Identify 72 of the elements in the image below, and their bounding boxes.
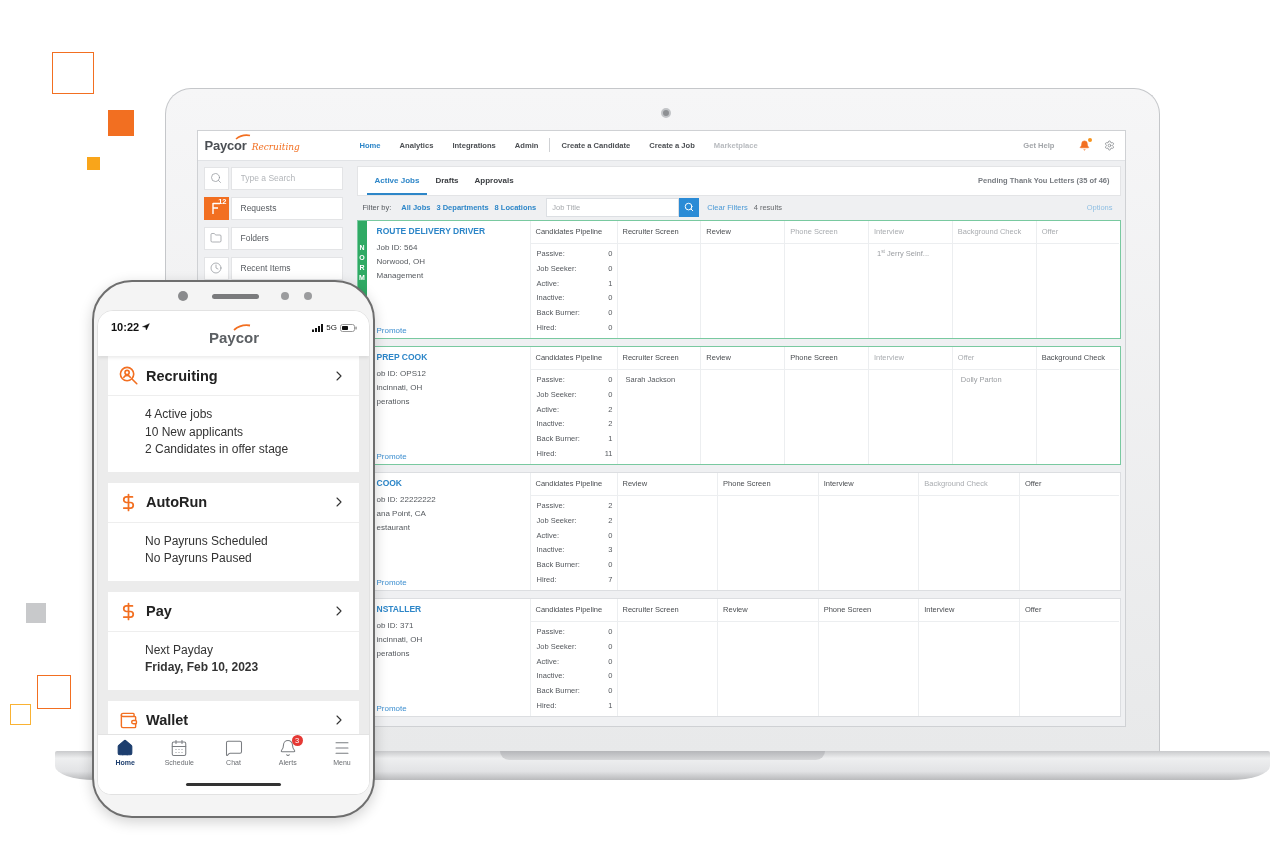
camera-icon xyxy=(178,291,188,301)
card-text: Next Payday xyxy=(145,641,214,659)
folder-icon xyxy=(210,232,222,244)
filled-square-icon xyxy=(26,603,46,623)
card-text: No Payruns Paused xyxy=(145,550,252,567)
job-detail: perations xyxy=(376,395,410,408)
outlined-square-icon xyxy=(52,52,94,94)
settings-icon[interactable] xyxy=(1103,139,1115,151)
bell-icon[interactable] xyxy=(1078,139,1090,151)
job-detail: ob ID: 371 xyxy=(376,619,414,632)
calendar-icon xyxy=(170,739,189,757)
job-detail: Job ID: 564 xyxy=(376,241,418,254)
tab[interactable]: Approvals xyxy=(466,166,522,195)
job-title-link[interactable]: COOK xyxy=(376,477,402,488)
promote-link[interactable]: Promote xyxy=(376,703,407,713)
home-icon xyxy=(116,739,135,757)
job-detail: ana Point, CA xyxy=(376,507,426,520)
promote-link[interactable]: Promote xyxy=(376,577,407,587)
menu-icon xyxy=(332,739,351,757)
search-icon xyxy=(684,202,695,212)
outlined-square-icon xyxy=(37,675,71,709)
job-detail: ob ID: 22222222 xyxy=(376,493,436,506)
logo-swoosh-icon xyxy=(232,324,251,331)
signal-icon xyxy=(312,323,324,332)
card-header[interactable]: Pay xyxy=(108,591,359,632)
card-text: 4 Active jobs xyxy=(145,406,213,423)
job-title-link[interactable]: ROUTE DELIVERY DRIVER xyxy=(376,225,486,236)
sidebar-item[interactable]: Recent Items xyxy=(230,256,343,280)
job-detail: Management xyxy=(376,269,424,282)
job-detail: ob ID: OPS12 xyxy=(376,367,426,380)
job-detail: perations xyxy=(376,647,410,660)
card-text: 10 New applicants xyxy=(145,423,244,441)
card-text: 2 Candidates in offer stage xyxy=(145,441,289,458)
outlined-square-icon xyxy=(10,704,31,725)
filled-square-icon xyxy=(87,157,100,170)
card-header[interactable]: AutoRun xyxy=(108,482,359,523)
job-title-link[interactable]: NSTALLER xyxy=(376,603,422,614)
status-time: 10:22 xyxy=(111,321,140,333)
promote-link[interactable]: Promote xyxy=(376,325,407,335)
search-field[interactable]: Type a Search xyxy=(230,166,343,190)
chat-icon xyxy=(224,739,243,757)
sensor-icon xyxy=(281,292,289,300)
logo-product-name: Recruiting xyxy=(251,141,300,152)
job-detail: estaurant xyxy=(376,521,410,534)
promote-link[interactable]: Promote xyxy=(376,451,407,461)
card-header[interactable]: Recruiting xyxy=(108,356,359,396)
wallet-icon xyxy=(119,710,138,730)
speaker-grille xyxy=(212,293,259,299)
camera-icon xyxy=(661,107,671,118)
job-detail: incinnati, OH xyxy=(376,381,423,394)
tab[interactable]: Drafts xyxy=(427,166,467,195)
filled-square-icon xyxy=(108,110,134,136)
search-icon xyxy=(210,172,222,184)
person-search-icon xyxy=(119,366,138,385)
network-label: 5G xyxy=(326,323,337,332)
logo-wordmark: Paycor xyxy=(208,329,259,346)
clock-icon xyxy=(210,262,222,274)
logo-swoosh-icon xyxy=(234,133,251,140)
sensor-icon xyxy=(304,292,312,300)
sidebar-item[interactable]: Requests xyxy=(230,196,343,220)
logo-wordmark: Paycor xyxy=(204,137,247,153)
search-button[interactable] xyxy=(679,197,700,217)
job-title-link[interactable]: PREP COOK xyxy=(376,351,428,362)
card-text: No Payruns Scheduled xyxy=(145,532,268,550)
battery-icon xyxy=(340,323,357,332)
job-detail: Norwood, OH xyxy=(376,255,425,268)
card-text: Friday, Feb 10, 2023 xyxy=(145,659,259,676)
tab[interactable]: Active Jobs xyxy=(366,166,428,195)
location-arrow-icon xyxy=(142,323,151,331)
sidebar-item[interactable]: Folders xyxy=(230,226,343,250)
bell-icon xyxy=(278,739,297,757)
job-detail: incinnati, OH xyxy=(376,633,423,646)
